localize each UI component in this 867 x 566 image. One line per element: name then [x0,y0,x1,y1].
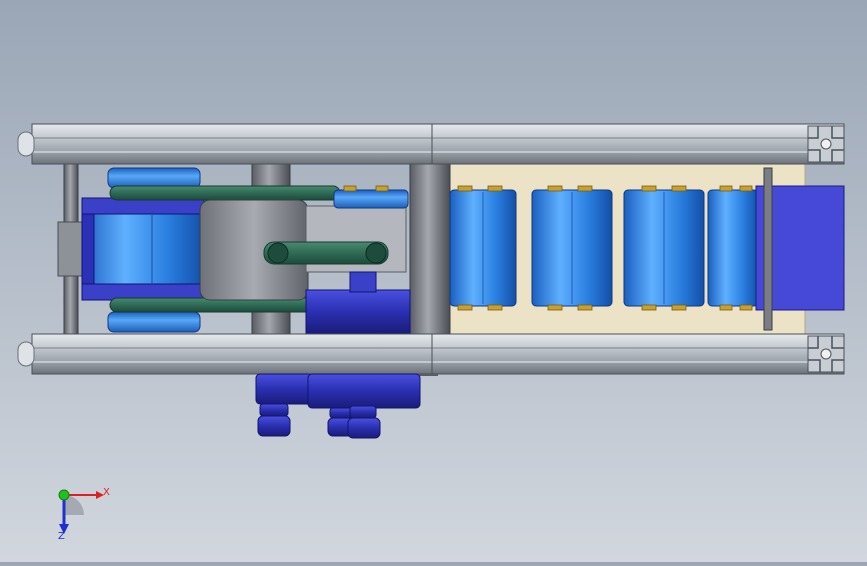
assembly-drawing[interactable] [0,0,867,562]
bottom-rail-endcap [17,341,35,367]
motor-cap-top [349,271,377,293]
sprocket-top [333,189,409,209]
motor-body-left [255,373,313,405]
vertical-post-b [409,159,451,337]
z-axis-label: Z [58,531,65,542]
triad-graphic [58,489,104,534]
motor-body-right [307,373,421,409]
top-rail-profile [807,125,845,163]
bottom-drive-roller [107,311,201,333]
end-stop-pin [763,167,773,331]
tensioner-pulley-left [267,242,289,264]
cad-viewport[interactable]: X Z [0,0,867,562]
left-bracket [57,221,83,277]
upper-belt [109,185,341,201]
motor-connectors [257,403,381,439]
tensioner-pulley-right [365,242,387,264]
orientation-triad[interactable]: X Z [44,480,124,550]
motor-cap [305,289,411,335]
top-extrusion-rail[interactable] [31,123,845,165]
bottom-rail-profile [807,335,845,373]
top-rail-endcap [17,131,35,157]
conveyor-roller-4 [707,189,759,307]
top-drive-roller [107,167,201,189]
x-axis-label: X [103,487,110,498]
bottom-extrusion-rail[interactable] [31,333,845,375]
